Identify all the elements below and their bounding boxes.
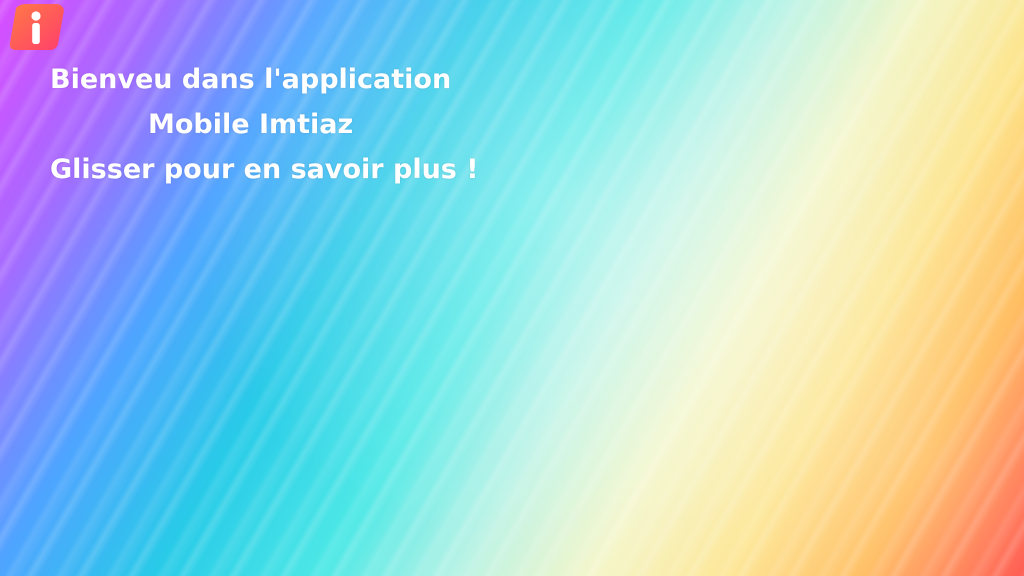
imtiaz-logo-icon xyxy=(6,2,66,54)
welcome-line-2: Mobile Imtiaz xyxy=(148,109,354,140)
splash-screen[interactable]: Bienveu dans l'application Mobile Imtiaz… xyxy=(0,0,1024,576)
swipe-instruction: Glisser pour en savoir plus ! xyxy=(50,154,479,185)
welcome-line-1: Bienveu dans l'application xyxy=(50,64,452,95)
welcome-text-block: Bienveu dans l'application Mobile Imtiaz… xyxy=(0,57,520,192)
